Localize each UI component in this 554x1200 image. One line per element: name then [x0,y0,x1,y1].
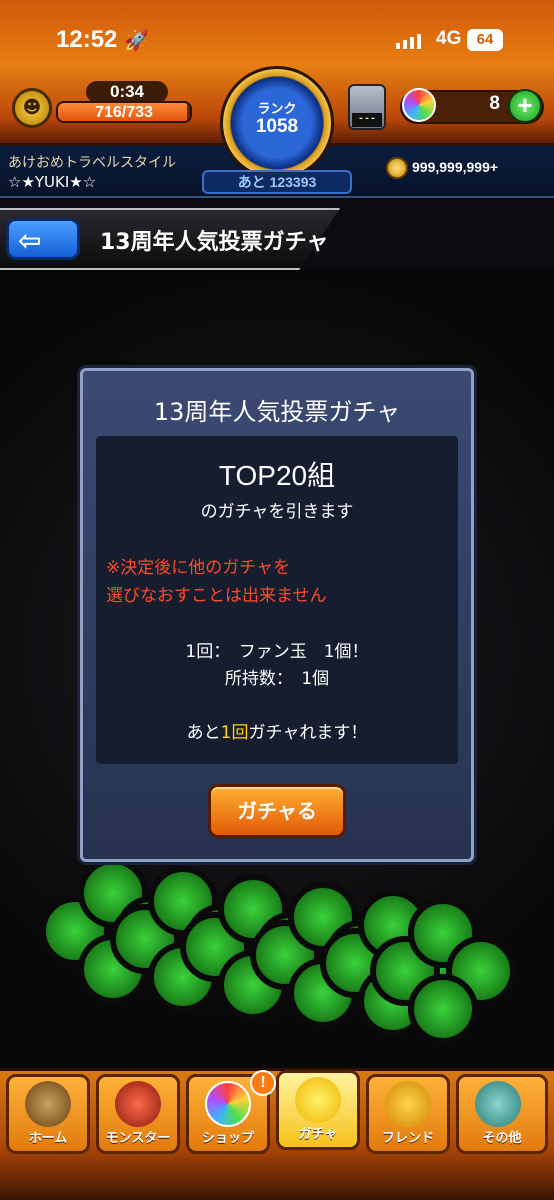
coin-icon [386,157,408,179]
stamina-icon[interactable]: ☻ [12,88,52,128]
warning-line-2: 選びなおすことは出来ません [106,586,327,606]
home-icon [25,1081,71,1127]
gacha-button[interactable]: ガチャる [208,784,346,838]
friend-icon [385,1081,431,1127]
network-type: 4G [436,28,462,49]
orb-icon [402,88,436,122]
event-name: あけおめトラベルスタイル [8,155,176,171]
warning-line-1: ※決定後に他のガチャを [106,558,291,578]
dialog-subtitle: のガチャを引きます [200,502,354,522]
signal-icon [396,34,421,49]
clover-icon [370,898,520,1048]
nav-monster[interactable]: モンスター [96,1074,180,1154]
nav-monster-label: モンスター [105,1131,171,1146]
gacha-icon [295,1077,341,1123]
rank-next-exp: あと 123393 [202,170,352,194]
nav-gacha-label: ガチャ [298,1127,338,1142]
nav-home[interactable]: ホーム [6,1074,90,1154]
other-icon [475,1081,521,1127]
nav-other-label: その他 [482,1131,522,1146]
cost-line: 1回： ファン玉 1個！ [185,642,369,662]
nav-other[interactable]: その他 [456,1074,548,1154]
monster-icon [115,1081,161,1127]
add-orb-button[interactable]: + [508,89,542,123]
rank-label: ランク [257,102,297,117]
stamina-timer: 0:34 [86,81,168,103]
orb-count: 8 [489,93,500,114]
stamina-value: 716/733 [95,104,153,121]
nav-shop-label: ショップ [201,1131,254,1146]
coin-count: 999,999,999+ [412,159,499,175]
nav-gacha[interactable]: ガチャ [276,1070,360,1150]
back-arrow-icon: ⇦ [18,224,42,257]
stamina-bar[interactable]: 716/733 [56,101,192,123]
status-time: 12:52 [56,26,118,53]
remaining-count: 1回 [220,723,249,743]
gacha-name: TOP20組 [218,460,336,491]
nav-friend-label: フレンド [381,1131,434,1146]
remaining-prefix: あと [186,723,221,743]
owned-line: 所持数： 1個 [224,669,330,689]
remaining-suffix: ガチャれます！ [248,723,368,743]
page-title: 13周年人気投票ガチャ [100,230,329,255]
nav-home-label: ホーム [28,1131,68,1146]
battery-indicator: 64 [467,29,503,51]
player-name: ☆★YUKI★☆ [8,173,97,191]
slot-text: --- [352,113,382,127]
shop-alert-badge: ! [250,1070,276,1096]
rocket-icon: 🚀 [124,28,149,52]
dialog-title: 13周年人気投票ガチャ [153,398,401,426]
shop-orb-icon [205,1081,251,1127]
nav-friend[interactable]: フレンド [366,1074,450,1154]
remaining-line: あと1回ガチャれます！ [96,718,458,743]
rank-value: 1058 [255,116,299,137]
